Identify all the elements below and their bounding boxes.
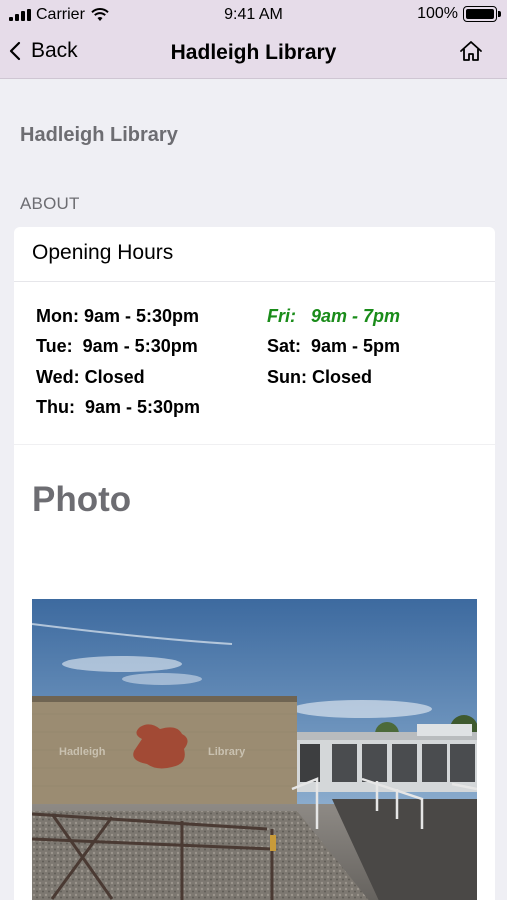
photo-title: Photo (32, 480, 132, 519)
library-card: Opening Hours Mon: 9am - 5:30pm Tue: 9am… (14, 227, 495, 900)
battery-percent: 100% (417, 5, 458, 22)
opening-hours-title: Opening Hours (14, 227, 495, 282)
home-button[interactable] (459, 40, 483, 67)
page-title: Hadleigh Library (20, 124, 178, 146)
content: Hadleigh Library ABOUT Opening Hours Mon… (0, 80, 507, 900)
section-header-about: ABOUT (20, 194, 80, 213)
status-right: 100% (417, 5, 501, 23)
hours-tuesday: Tue: 9am - 5:30pm (36, 336, 198, 356)
sign-text-library: Library (208, 746, 246, 758)
library-photo-image: Hadleigh Library (32, 599, 477, 900)
battery-icon (463, 6, 501, 22)
nav-title: Hadleigh Library (170, 41, 337, 64)
status-bar: Carrier 9:41 AM 100% (0, 0, 507, 30)
hours-monday: Mon: 9am - 5:30pm (36, 306, 200, 326)
home-icon (460, 41, 482, 61)
opening-hours-grid: Mon: 9am - 5:30pm Tue: 9am - 5:30pm Wed:… (14, 282, 495, 445)
nav-bar: Back Hadleigh Library (0, 30, 507, 79)
hours-sunday: Sun: Closed (267, 367, 373, 387)
hours-saturday: Sat: 9am - 5pm (267, 336, 401, 356)
hours-wednesday: Wed: Closed (36, 367, 145, 387)
sign-text-hadleigh: Hadleigh (59, 746, 106, 758)
hours-thursday: Thu: 9am - 5:30pm (36, 397, 201, 417)
hours-friday: Fri: 9am - 7pm (267, 306, 401, 326)
library-photo: Hadleigh Library (32, 599, 477, 900)
